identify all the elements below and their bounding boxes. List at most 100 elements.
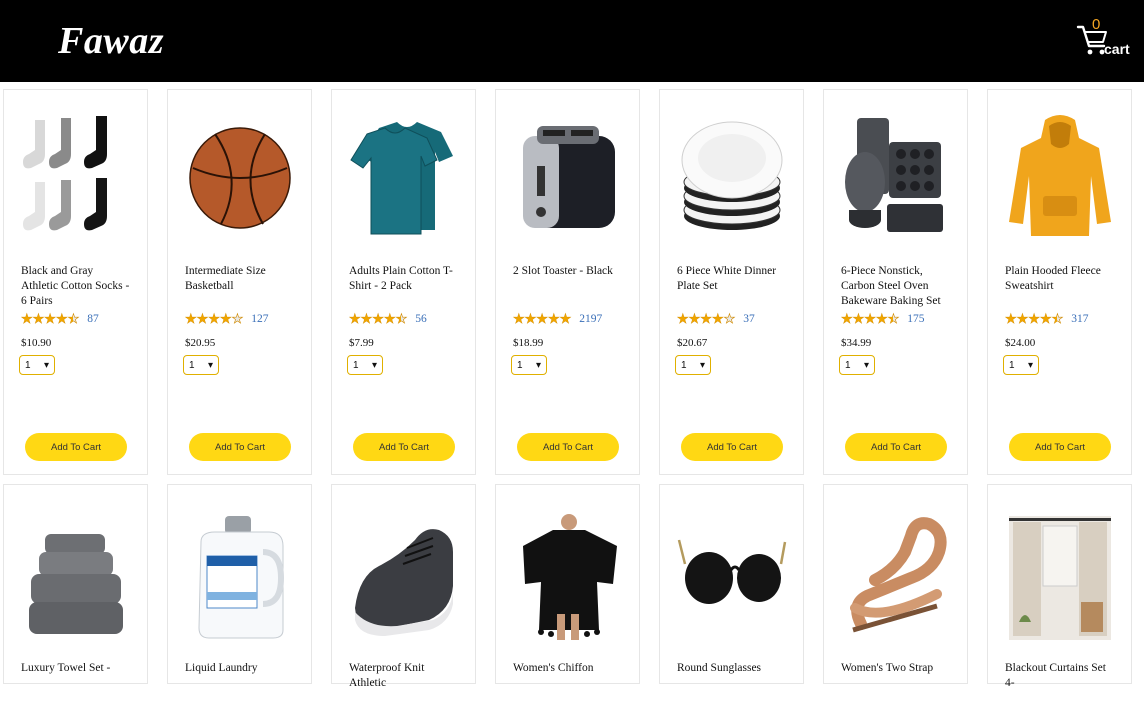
product-name: 6-Piece Nonstick, Carbon Steel Oven Bake… — [841, 265, 941, 307]
product-card: Women's Two Strap — [823, 484, 968, 684]
rating-count[interactable]: 2197 — [579, 313, 602, 325]
product-card: Intermediate Size Basketball ★★★★★★★★★★ … — [167, 89, 312, 475]
product-card: Black and Gray Athletic Cotton Socks - 6… — [3, 89, 148, 475]
product-card: Liquid Laundry — [167, 484, 312, 684]
rating-count[interactable]: 175 — [907, 313, 924, 325]
product-name: Black and Gray Athletic Cotton Socks - 6… — [21, 265, 130, 307]
product-price: $7.99 — [349, 337, 374, 349]
quantity-select[interactable]: 1 ▾ — [1003, 355, 1039, 375]
product-name: Blackout Curtains Set 4- — [1005, 662, 1106, 689]
product-name: Plain Hooded Fleece Sweatshirt — [1005, 265, 1101, 292]
product-card: 6 Piece White Dinner Plate Set ★★★★★ ★★★★… — [659, 89, 804, 475]
product-image-toaster[interactable] — [496, 90, 639, 256]
product-name: Luxury Towel Set - — [21, 662, 111, 674]
rating-count[interactable]: 87 — [87, 313, 99, 325]
quantity-select[interactable]: 1 ▾ — [839, 355, 875, 375]
product-image-socks[interactable] — [4, 90, 147, 256]
star-rating-icon: ★★★★★★★★★★ — [841, 311, 900, 327]
rating-count[interactable]: 127 — [251, 313, 268, 325]
star-rating-icon: ★★★★★★★★★★ — [185, 311, 244, 327]
product-name: Women's Chiffon — [513, 662, 594, 674]
cart-label: cart — [1104, 41, 1130, 57]
quantity-value: 1 — [25, 359, 31, 371]
quantity-value: 1 — [845, 359, 851, 371]
chevron-down-icon: ▾ — [1027, 359, 1033, 371]
product-grid-row-2: Luxury Towel Set - Liquid Laundry Waterp… — [3, 484, 1141, 689]
add-to-cart-button[interactable]: Add To Cart — [517, 433, 619, 461]
product-card: Adults Plain Cotton T-Shirt - 2 Pack ★★★… — [331, 89, 476, 475]
star-rating-icon: ★★★★★★★★★★ — [513, 311, 572, 327]
star-rating-icon: ★★★★★★★★★★ — [677, 311, 736, 327]
rating-count[interactable]: 37 — [743, 313, 755, 325]
product-price: $18.99 — [513, 337, 544, 349]
rating-count[interactable]: 317 — [1071, 313, 1088, 325]
product-name: Adults Plain Cotton T-Shirt - 2 Pack — [349, 265, 453, 292]
product-name: 2 Slot Toaster - Black — [513, 265, 613, 277]
product-image-curtains[interactable] — [988, 485, 1131, 651]
product-image-sunglasses[interactable] — [660, 485, 803, 651]
product-price: $24.00 — [1005, 337, 1036, 349]
quantity-select[interactable]: 1 ▾ — [675, 355, 711, 375]
product-rating: ★★★★★ ★★★★★ 2197 — [513, 310, 639, 328]
product-card: Round Sunglasses — [659, 484, 804, 684]
quantity-select[interactable]: 1 ▾ — [347, 355, 383, 375]
product-grid: Black and Gray Athletic Cotton Socks - 6… — [3, 89, 1141, 475]
quantity-value: 1 — [517, 359, 523, 371]
chevron-down-icon: ▾ — [699, 359, 705, 371]
product-name: 6 Piece White Dinner Plate Set — [677, 265, 777, 292]
star-rating-icon: ★★★★★★★★★★ — [21, 311, 80, 327]
chevron-down-icon: ▾ — [43, 359, 49, 371]
add-to-cart-button[interactable]: Add To Cart — [845, 433, 947, 461]
product-card: Luxury Towel Set - — [3, 484, 148, 684]
star-rating-icon: ★★★★★★★★★★ — [1005, 311, 1064, 327]
product-image-tshirt[interactable] — [332, 90, 475, 256]
quantity-select[interactable]: 1 ▾ — [183, 355, 219, 375]
product-price: $34.99 — [841, 337, 872, 349]
add-to-cart-button[interactable]: Add To Cart — [681, 433, 783, 461]
rating-count[interactable]: 56 — [415, 313, 427, 325]
cart-count: 0 — [1092, 16, 1101, 33]
product-card: 6-Piece Nonstick, Carbon Steel Oven Bake… — [823, 89, 968, 475]
product-name: Intermediate Size Basketball — [185, 265, 266, 292]
product-image-shoe[interactable] — [332, 485, 475, 651]
product-name: Waterproof Knit Athletic — [349, 662, 425, 689]
chevron-down-icon: ▾ — [863, 359, 869, 371]
chevron-down-icon: ▾ — [207, 359, 213, 371]
quantity-value: 1 — [1009, 359, 1015, 371]
add-to-cart-button[interactable]: Add To Cart — [353, 433, 455, 461]
brand-logo[interactable]: Fawaz — [58, 19, 164, 63]
product-card: Blackout Curtains Set 4- — [987, 484, 1132, 689]
product-image-hoodie[interactable] — [988, 90, 1131, 256]
product-image-cover-up[interactable] — [496, 485, 639, 651]
product-name: Liquid Laundry — [185, 662, 258, 674]
add-to-cart-button[interactable]: Add To Cart — [25, 433, 127, 461]
product-rating: ★★★★★ ★★★★★ 175 — [841, 310, 967, 328]
product-image-sandal[interactable] — [824, 485, 967, 651]
add-to-cart-button[interactable]: Add To Cart — [189, 433, 291, 461]
product-image-plates[interactable] — [660, 90, 803, 256]
star-rating-icon: ★★★★★★★★★★ — [349, 311, 408, 327]
product-card: Plain Hooded Fleece Sweatshirt ★★★★★ ★★★★… — [987, 89, 1132, 475]
add-to-cart-button[interactable]: Add To Cart — [1009, 433, 1111, 461]
product-name: Round Sunglasses — [677, 662, 762, 674]
chevron-down-icon: ▾ — [535, 359, 541, 371]
product-rating: ★★★★★ ★★★★★ 56 — [349, 310, 475, 328]
product-image-bakeware[interactable] — [824, 90, 967, 256]
quantity-value: 1 — [353, 359, 359, 371]
product-image-detergent[interactable] — [168, 485, 311, 651]
quantity-value: 1 — [189, 359, 195, 371]
product-card: 2 Slot Toaster - Black ★★★★★ ★★★★★ 2197 $… — [495, 89, 640, 475]
product-price: $20.67 — [677, 337, 708, 349]
product-price: $10.90 — [21, 337, 52, 349]
product-price: $20.95 — [185, 337, 216, 349]
product-image-towels[interactable] — [4, 485, 147, 651]
quantity-value: 1 — [681, 359, 687, 371]
product-rating: ★★★★★★★★★★ 127 — [185, 310, 311, 328]
product-rating: ★★★★★★★★★★ 37 — [677, 310, 803, 328]
product-rating: ★★★★★ ★★★★★ 87 — [21, 310, 147, 328]
chevron-down-icon: ▾ — [371, 359, 377, 371]
quantity-select[interactable]: 1 ▾ — [19, 355, 55, 375]
cart-button[interactable]: 0 cart — [1076, 16, 1136, 66]
quantity-select[interactable]: 1 ▾ — [511, 355, 547, 375]
product-image-basketball[interactable] — [168, 90, 311, 256]
